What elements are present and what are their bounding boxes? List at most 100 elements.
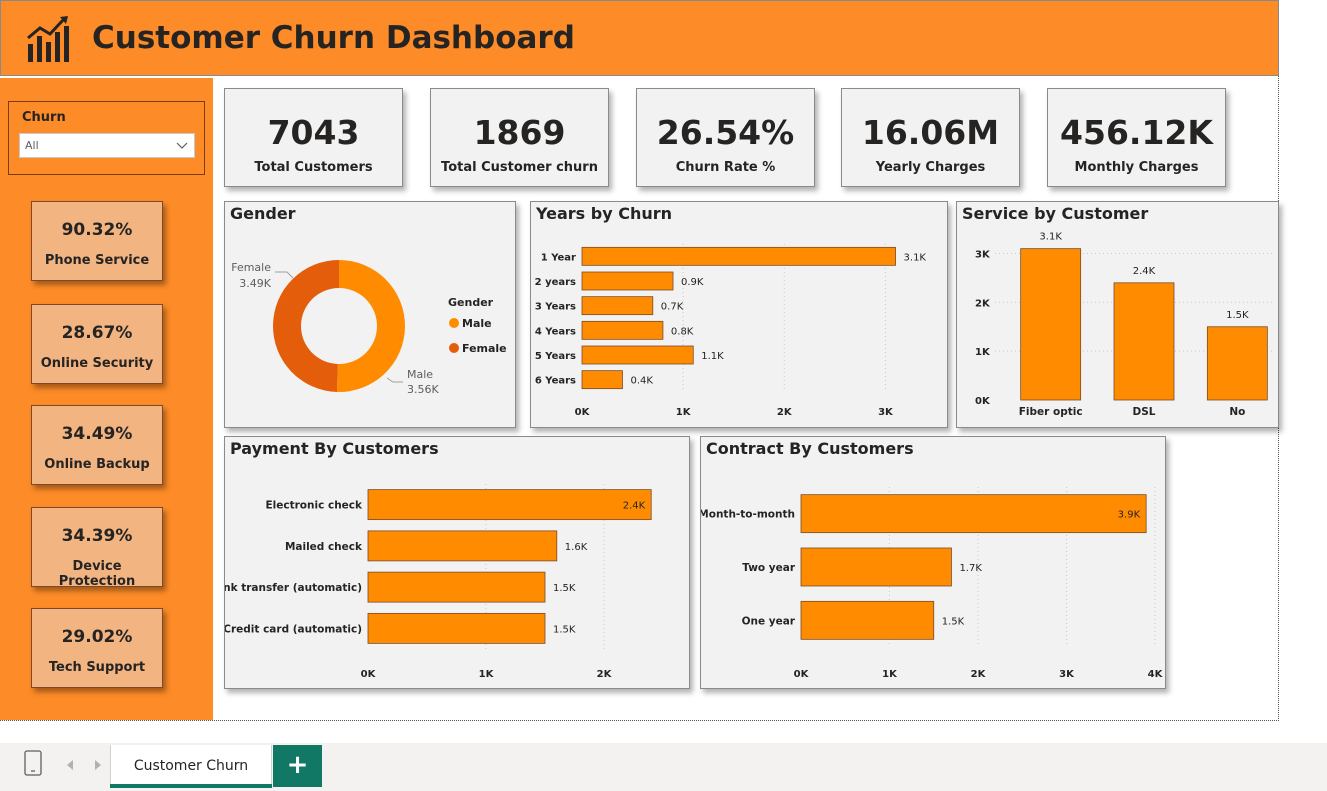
churn-slicer: Churn All (8, 101, 205, 175)
y-tick-label: 3K (975, 250, 991, 261)
tab-customer-churn[interactable]: Customer Churn (110, 745, 272, 787)
legend-label: Female (462, 342, 507, 355)
data-label: 1.1K (701, 351, 724, 362)
x-tick-label: 3K (878, 407, 894, 418)
data-label: 1.5K (553, 624, 576, 635)
category-label: 1 Year (541, 252, 576, 263)
contract-chart-panel: Contract By Customers 0K 1K 2K 3K 4K Month-to… (700, 436, 1166, 689)
kpi-total-customers: 7043 Total Customers (224, 88, 403, 187)
bar (367, 612, 546, 644)
bar (800, 547, 952, 587)
x-tick-label: 2K (971, 669, 987, 680)
chevron-right-icon[interactable] (94, 759, 102, 771)
leader-line (275, 271, 294, 279)
service-chart-panel: Service by Customer 0K 1K 2K 3K 3.1K Fiber op… (956, 201, 1279, 428)
service-card-online-backup: 34.49% Online Backup (31, 405, 163, 485)
bar (800, 600, 935, 640)
data-label: 1.5K (553, 583, 576, 594)
x-tick-label: 1K (479, 669, 495, 680)
y-tick-label: 1K (975, 347, 991, 358)
data-label: 1.5K (1226, 310, 1249, 321)
x-tick-label: 0K (794, 669, 810, 680)
service-percent: 34.39% (61, 526, 133, 546)
bar (800, 494, 1147, 534)
data-label: 3.49K (239, 277, 271, 290)
slicer-label: Churn (22, 110, 66, 125)
service-card-phone: 90.32% Phone Service (31, 201, 163, 281)
category-label: Mailed check (285, 541, 363, 553)
payment-bar-chart: 0K 1K 2K Electronic check 2.4K Mailed check 1.… (225, 484, 652, 680)
bar (581, 345, 694, 365)
data-label: 3.56K (407, 383, 439, 396)
kpi-label: Total Customer churn (441, 160, 598, 175)
category-label: 6 Years (535, 376, 576, 387)
kpi-value: 26.54% (656, 113, 795, 152)
kpi-label: Total Customers (254, 160, 373, 175)
data-label: 3.1K (1039, 232, 1062, 243)
x-tick-label: 4K (1148, 669, 1164, 680)
service-percent: 90.32% (61, 220, 133, 240)
column (1020, 248, 1082, 401)
dropdown-value: All (25, 139, 39, 152)
data-label: 1.6K (565, 542, 588, 553)
service-card-tech-support: 29.02% Tech Support (31, 608, 163, 688)
column (1113, 282, 1175, 401)
data-label: 3.9K (1118, 510, 1141, 521)
service-percent: 28.67% (61, 323, 133, 343)
kpi-label: Churn Rate % (675, 160, 776, 175)
kpi-value: 456.12K (1060, 113, 1213, 152)
gender-donut-chart: Male 3.56K Female 3.49K Gender Male Female (231, 260, 507, 396)
tab-label: Customer Churn (133, 758, 249, 774)
active-tab-indicator (110, 784, 272, 788)
contract-bar-chart: 0K 1K 2K 3K 4K Month-to-month 3.9K Two year 1.7K… (701, 487, 1164, 680)
leader-line (386, 377, 403, 383)
kpi-value: 1869 (473, 113, 566, 152)
add-page-button[interactable]: + (273, 745, 322, 787)
legend-marker (449, 343, 459, 353)
y-tick-label: 0K (975, 396, 991, 407)
donut-slice (272, 260, 339, 392)
service-label: Online Backup (44, 457, 150, 472)
kpi-yearly-charges: 16.06M Yearly Charges (841, 88, 1020, 187)
category-label: No (1229, 406, 1245, 418)
legend-label: Male (462, 317, 492, 330)
bar (581, 246, 896, 266)
data-label: 2.4K (1133, 266, 1156, 277)
category-label: 2 years (535, 277, 576, 288)
service-label: Phone Service (44, 253, 150, 268)
years-chart-panel: Years by Churn 0K 1K 2K 3K 1 Year 3.1K 2 years… (530, 201, 948, 428)
bar (367, 530, 558, 562)
data-label: 0.4K (630, 376, 653, 387)
donut-slice (336, 260, 405, 392)
data-label: 0.8K (671, 326, 694, 337)
column (1206, 326, 1268, 401)
service-label: Online Security (40, 356, 154, 371)
chevron-left-icon[interactable] (66, 759, 74, 771)
service-percent: 29.02% (61, 627, 133, 647)
mobile-layout-icon[interactable] (24, 750, 42, 776)
x-tick-label: 2K (597, 669, 613, 680)
slice-category-label: Female (231, 261, 271, 274)
churn-dropdown[interactable]: All (19, 133, 195, 158)
service-label: Device Protection (58, 559, 136, 589)
service-card-online-security: 28.67% Online Security (31, 304, 163, 384)
kpi-label: Yearly Charges (875, 160, 986, 175)
x-tick-label: 3K (1059, 669, 1075, 680)
bar (367, 489, 652, 521)
chevron-down-icon (176, 142, 188, 149)
data-label: 3.1K (904, 252, 927, 263)
x-tick-label: 0K (575, 407, 591, 418)
y-tick-label: 2K (975, 298, 991, 309)
x-tick-label: 2K (777, 407, 793, 418)
data-label: 0.7K (661, 302, 684, 313)
gender-chart-panel: Gender Male 3.56K Female 3.49K Gender Male Fem… (224, 201, 516, 428)
category-label: Two year (742, 562, 796, 574)
category-label: Fiber optic (1019, 406, 1083, 418)
bar (581, 271, 674, 291)
category-label: Electronic check (265, 500, 363, 512)
category-label: 4 Years (535, 326, 576, 337)
service-column-chart: 0K 1K 2K 3K 3.1K Fiber optic 2.4K DSL 1.5K No (975, 232, 1275, 418)
legend-title: Gender (448, 296, 494, 309)
data-label: 1.7K (959, 563, 982, 574)
data-label: 2.4K (623, 501, 646, 512)
